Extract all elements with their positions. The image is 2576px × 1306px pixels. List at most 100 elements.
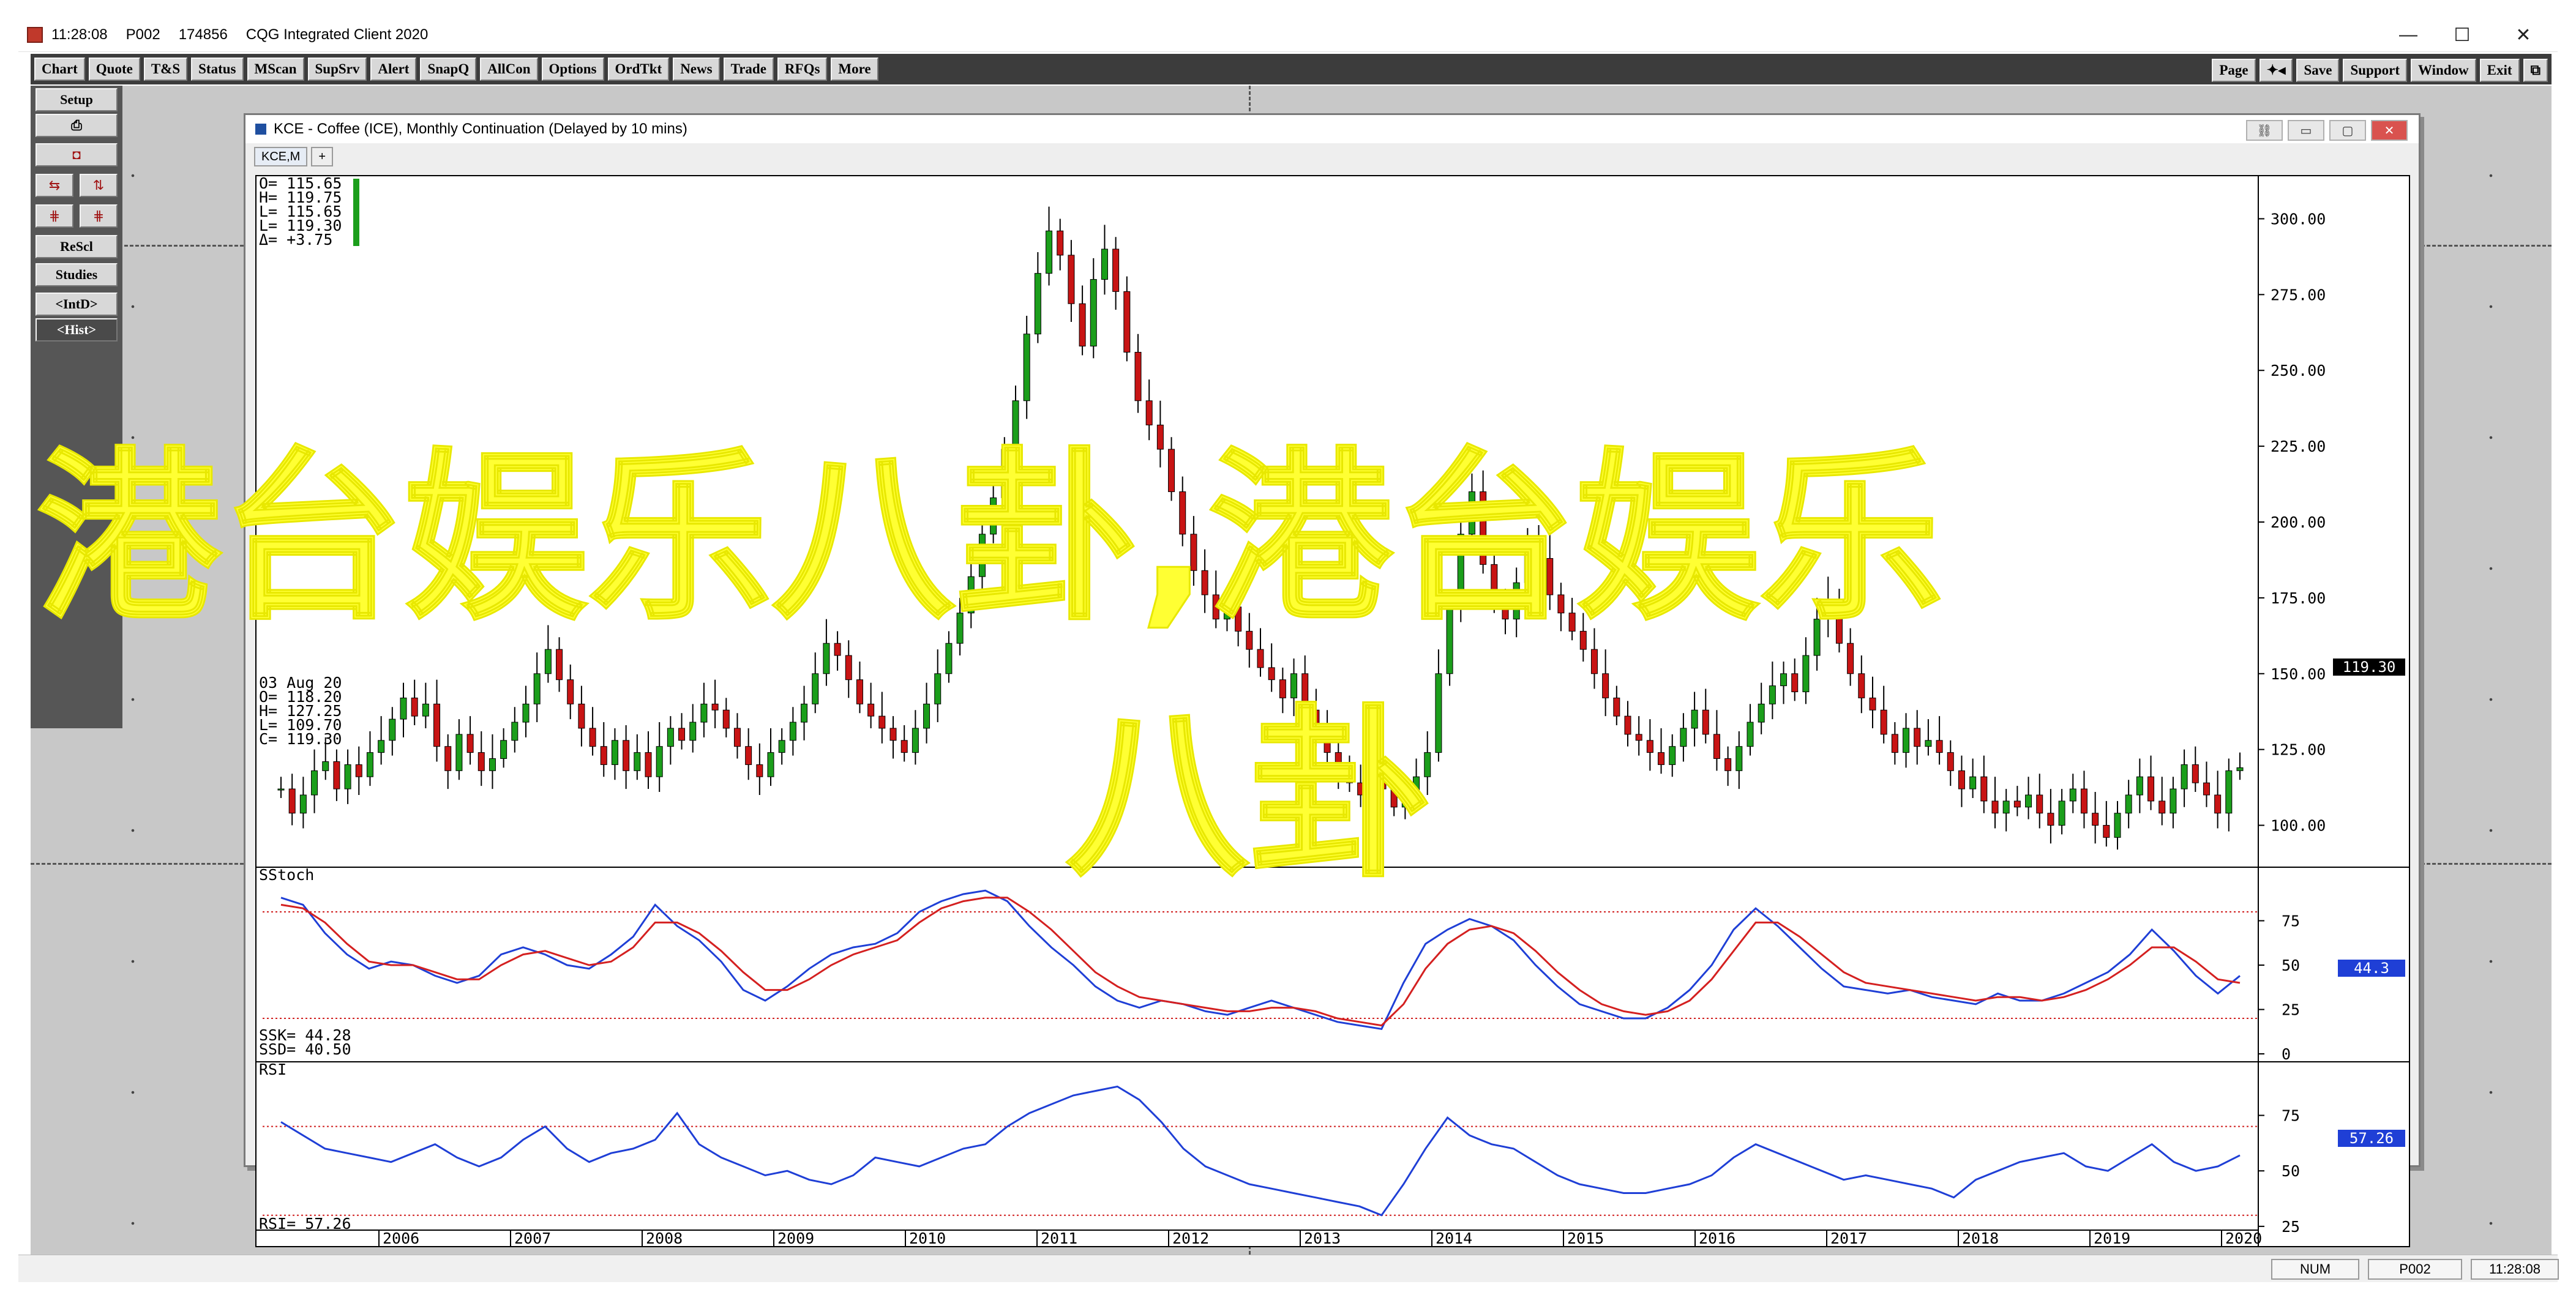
- rsi-tick-label: 25: [2282, 1218, 2300, 1236]
- year-tick-label: 2008: [646, 1230, 683, 1246]
- toolbar-chart-button[interactable]: Chart: [34, 58, 85, 81]
- candle-body: [322, 761, 329, 771]
- toolbar-restore-button[interactable]: ⧉: [2523, 59, 2548, 82]
- toolbar-alert-button[interactable]: Alert: [370, 58, 417, 81]
- sstoch-tick-label: 25: [2282, 1001, 2300, 1019]
- candle-body: [778, 740, 785, 753]
- toolbar-window-button[interactable]: Window: [2411, 59, 2476, 82]
- candle-body: [1613, 697, 1620, 717]
- toolbar-news-button[interactable]: News: [673, 58, 720, 81]
- candle-body: [299, 794, 307, 814]
- scroll-left-button[interactable]: ⇆: [36, 174, 73, 197]
- candle-body: [1858, 673, 1865, 698]
- year-tick-label: 2017: [1830, 1230, 1867, 1246]
- tab-kce-m[interactable]: KCE,M: [254, 147, 308, 166]
- candle-body: [1991, 800, 1999, 814]
- chart-close-button[interactable]: ✕: [2371, 120, 2408, 141]
- candle-body: [667, 728, 674, 747]
- maximize-button[interactable]: ☐: [2435, 18, 2489, 51]
- intd-button[interactable]: <IntD>: [36, 293, 118, 316]
- print-button[interactable]: ⎙: [36, 114, 118, 137]
- candle-body: [1947, 752, 1954, 771]
- candle-body: [277, 788, 285, 791]
- candle-body: [366, 752, 373, 777]
- candle-body: [1646, 740, 1653, 753]
- candle-body: [567, 679, 574, 704]
- chart-restore-button[interactable]: ▢: [2329, 120, 2366, 141]
- candle-body: [400, 697, 407, 720]
- candle-body: [1958, 770, 1965, 789]
- candle-body: [912, 728, 919, 753]
- toolbar-status-button[interactable]: Status: [191, 58, 244, 81]
- scroll-vertical-button[interactable]: ⇅: [80, 174, 118, 197]
- rsi-tick-label: 75: [2282, 1107, 2300, 1125]
- hover-close: C= 119.30: [259, 730, 342, 748]
- sstoch-tick-label: 50: [2282, 957, 2300, 974]
- candle-body: [856, 679, 863, 704]
- compress-button[interactable]: ⋕: [36, 204, 73, 228]
- layout-button[interactable]: ◘: [36, 143, 118, 166]
- hist-button[interactable]: <Hist>: [36, 318, 118, 341]
- toolbar-mscan-button[interactable]: MScan: [247, 58, 304, 81]
- toolbar-page-arrow-button[interactable]: ✦◂: [2259, 59, 2293, 82]
- setup-button[interactable]: Setup: [36, 88, 118, 111]
- candle-body: [689, 722, 697, 741]
- candle-body: [611, 740, 618, 765]
- price-tick-label: 225.00: [2271, 438, 2326, 455]
- sstoch-series-ssd: [280, 897, 2241, 1027]
- toolbar-options-button[interactable]: Options: [541, 58, 604, 81]
- year-tick-label: 2015: [1567, 1230, 1604, 1246]
- price-tick-label: 300.00: [2271, 210, 2326, 228]
- close-button[interactable]: ✕: [2496, 18, 2550, 51]
- candle-body: [767, 752, 774, 777]
- chart-tabs: KCE,M +: [254, 147, 337, 166]
- candle-body: [1847, 643, 1854, 674]
- candle-body: [845, 655, 852, 681]
- candle-body: [2236, 767, 2244, 771]
- toolbar-support-button[interactable]: Support: [2343, 59, 2407, 82]
- candle-body: [1747, 722, 1754, 747]
- candle-body: [544, 649, 552, 674]
- candle-body: [1034, 273, 1041, 335]
- toolbar-allcon-button[interactable]: AllCon: [480, 58, 538, 81]
- link-icon[interactable]: ⛓: [2246, 120, 2283, 141]
- candle-body: [801, 703, 808, 723]
- candle-body: [1635, 734, 1642, 741]
- year-tick-label: 2011: [1041, 1230, 1077, 1246]
- toolbar-ordtkt-button[interactable]: OrdTkt: [607, 58, 670, 81]
- candle-body: [1869, 697, 1876, 711]
- toolbar-ts-button[interactable]: T&S: [143, 58, 188, 81]
- print-icon: ⎙: [71, 118, 82, 133]
- candle-body: [589, 728, 596, 747]
- studies-button[interactable]: Studies: [36, 263, 118, 286]
- candle-body: [2025, 794, 2032, 808]
- candle-body: [333, 761, 340, 789]
- candle-body: [2170, 788, 2177, 814]
- candle-body: [1891, 734, 1898, 753]
- candle-body: [1969, 776, 1977, 789]
- year-tick-label: 2006: [383, 1230, 419, 1246]
- year-tick-label: 2010: [909, 1230, 946, 1246]
- minimize-button[interactable]: —: [2381, 18, 2435, 51]
- toolbar-supsrv-button[interactable]: SupSrv: [307, 58, 367, 81]
- toolbar-rfqs-button[interactable]: RFQs: [777, 58, 828, 81]
- last-price-tag: 119.30: [2333, 659, 2405, 676]
- toolbar-more-button[interactable]: More: [831, 58, 878, 81]
- candle-body: [344, 764, 351, 789]
- candle-body: [1769, 685, 1776, 704]
- toolbar-snapq-button[interactable]: SnapQ: [420, 58, 477, 81]
- toolbar-save-button[interactable]: Save: [2296, 59, 2340, 82]
- rescale-button[interactable]: ReScl: [36, 235, 118, 258]
- toolbar-page-button[interactable]: Page: [2212, 59, 2256, 82]
- tab-add-button[interactable]: +: [311, 147, 334, 166]
- expand-button[interactable]: ⋕: [80, 204, 118, 228]
- main-toolbar: Chart Quote T&S Status MScan SupSrv Aler…: [31, 54, 2552, 84]
- toolbar-quote-button[interactable]: Quote: [88, 58, 140, 81]
- candle-body: [1758, 703, 1765, 723]
- toolbar-trade-button[interactable]: Trade: [723, 58, 774, 81]
- chart-minimize-button[interactable]: ▭: [2288, 120, 2324, 141]
- expand-icon: ⋕: [92, 208, 105, 223]
- candle-body: [1624, 715, 1631, 735]
- rsi-pane[interactable]: 75 50 25 2006 2007 2008 2009 2010 2011 2012 2013 20…: [255, 1061, 2410, 1247]
- toolbar-exit-button[interactable]: Exit: [2479, 59, 2520, 82]
